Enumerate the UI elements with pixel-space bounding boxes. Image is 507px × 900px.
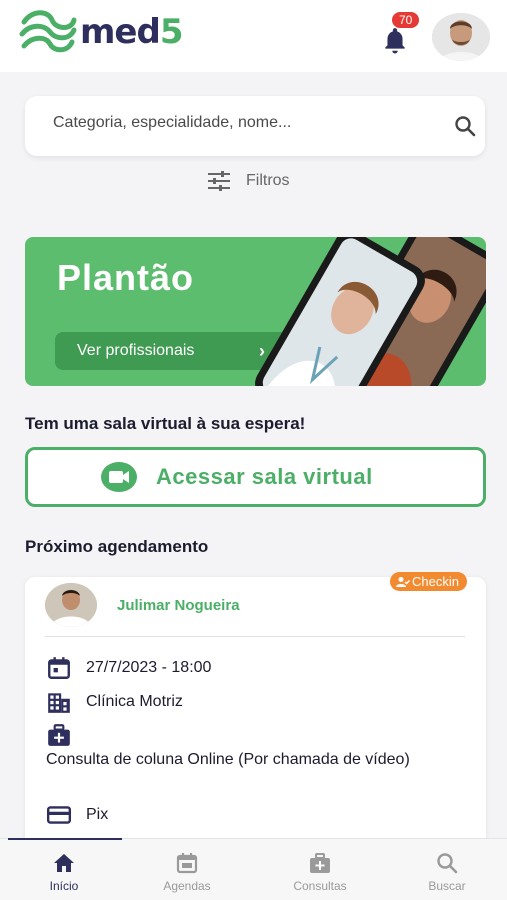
app-logo[interactable]: med5 <box>18 8 183 56</box>
user-check-icon <box>396 576 410 587</box>
nav-item-consultas[interactable]: Consultas <box>270 851 370 893</box>
virtual-room-heading: Tem uma sala virtual à sua espera! <box>25 414 306 433</box>
notification-bell-icon[interactable] <box>382 26 408 54</box>
view-professionals-label: Ver profissionais <box>77 342 195 359</box>
appointment-payment-row: Pix <box>46 802 108 828</box>
nav-label-consultas: Consultas <box>293 879 347 893</box>
nav-label-inicio: Início <box>49 879 79 893</box>
user-avatar[interactable] <box>432 13 490 61</box>
nav-item-buscar[interactable]: Buscar <box>397 851 497 893</box>
appointment-datetime-row: 27/7/2023 - 18:00 <box>46 655 211 681</box>
home-icon <box>54 854 74 872</box>
appointment-service: Consulta de coluna Online (Por chamada d… <box>46 751 410 768</box>
doctor-name[interactable]: Julimar Nogueira <box>117 597 240 614</box>
appointment-datetime: 27/7/2023 - 18:00 <box>86 659 212 676</box>
search-icon <box>437 853 458 874</box>
video-camera-icon <box>101 462 137 492</box>
nav-label-agendas: Agendas <box>163 879 211 893</box>
plantao-banner[interactable]: Plantão Ver profissionais › <box>25 237 486 386</box>
filters-button[interactable]: Filtros <box>206 170 290 192</box>
bottom-navigation: Início Agendas Consultas Buscar <box>0 838 507 900</box>
access-virtual-room-label: Acessar sala virtual <box>156 464 373 489</box>
access-virtual-room-button[interactable]: Acessar sala virtual <box>25 447 486 507</box>
nav-item-inicio[interactable]: Início <box>14 851 114 893</box>
calendar-icon <box>176 853 198 874</box>
doctor-avatar <box>45 583 97 627</box>
appointment-service-icon-row <box>46 722 72 748</box>
calendar-icon <box>48 657 70 679</box>
banner-title: Plantão <box>57 257 195 298</box>
logo-wordmark: med5 <box>80 12 183 52</box>
logo-waves-icon <box>19 10 77 53</box>
logo-text: med <box>80 12 161 52</box>
sliders-icon <box>208 171 230 191</box>
building-icon <box>48 693 70 713</box>
credit-card-icon <box>46 806 72 824</box>
filters-label: Filtros <box>246 172 290 189</box>
medical-bag-icon <box>48 724 70 746</box>
checkin-label: Checkin <box>412 574 459 589</box>
checkin-badge[interactable]: Checkin <box>390 572 467 591</box>
appointment-clinic: Clínica Motriz <box>86 693 183 710</box>
search-icon[interactable] <box>453 114 477 138</box>
nav-label-buscar: Buscar <box>428 879 466 893</box>
appointment-payment: Pix <box>86 806 109 823</box>
logo-number: 5 <box>159 12 184 52</box>
nav-item-agendas[interactable]: Agendas <box>137 851 237 893</box>
active-tab-indicator <box>8 838 122 840</box>
next-appointment-heading: Próximo agendamento <box>25 537 209 556</box>
medical-bag-icon <box>310 853 330 873</box>
appointment-clinic-row: Clínica Motriz <box>46 689 183 715</box>
search-bar[interactable] <box>25 96 485 156</box>
search-input[interactable] <box>53 114 413 132</box>
phones-illustration <box>255 237 486 386</box>
top-bar: med5 70 <box>0 0 507 72</box>
notification-count-badge: 70 <box>392 12 420 28</box>
card-divider <box>45 636 465 637</box>
